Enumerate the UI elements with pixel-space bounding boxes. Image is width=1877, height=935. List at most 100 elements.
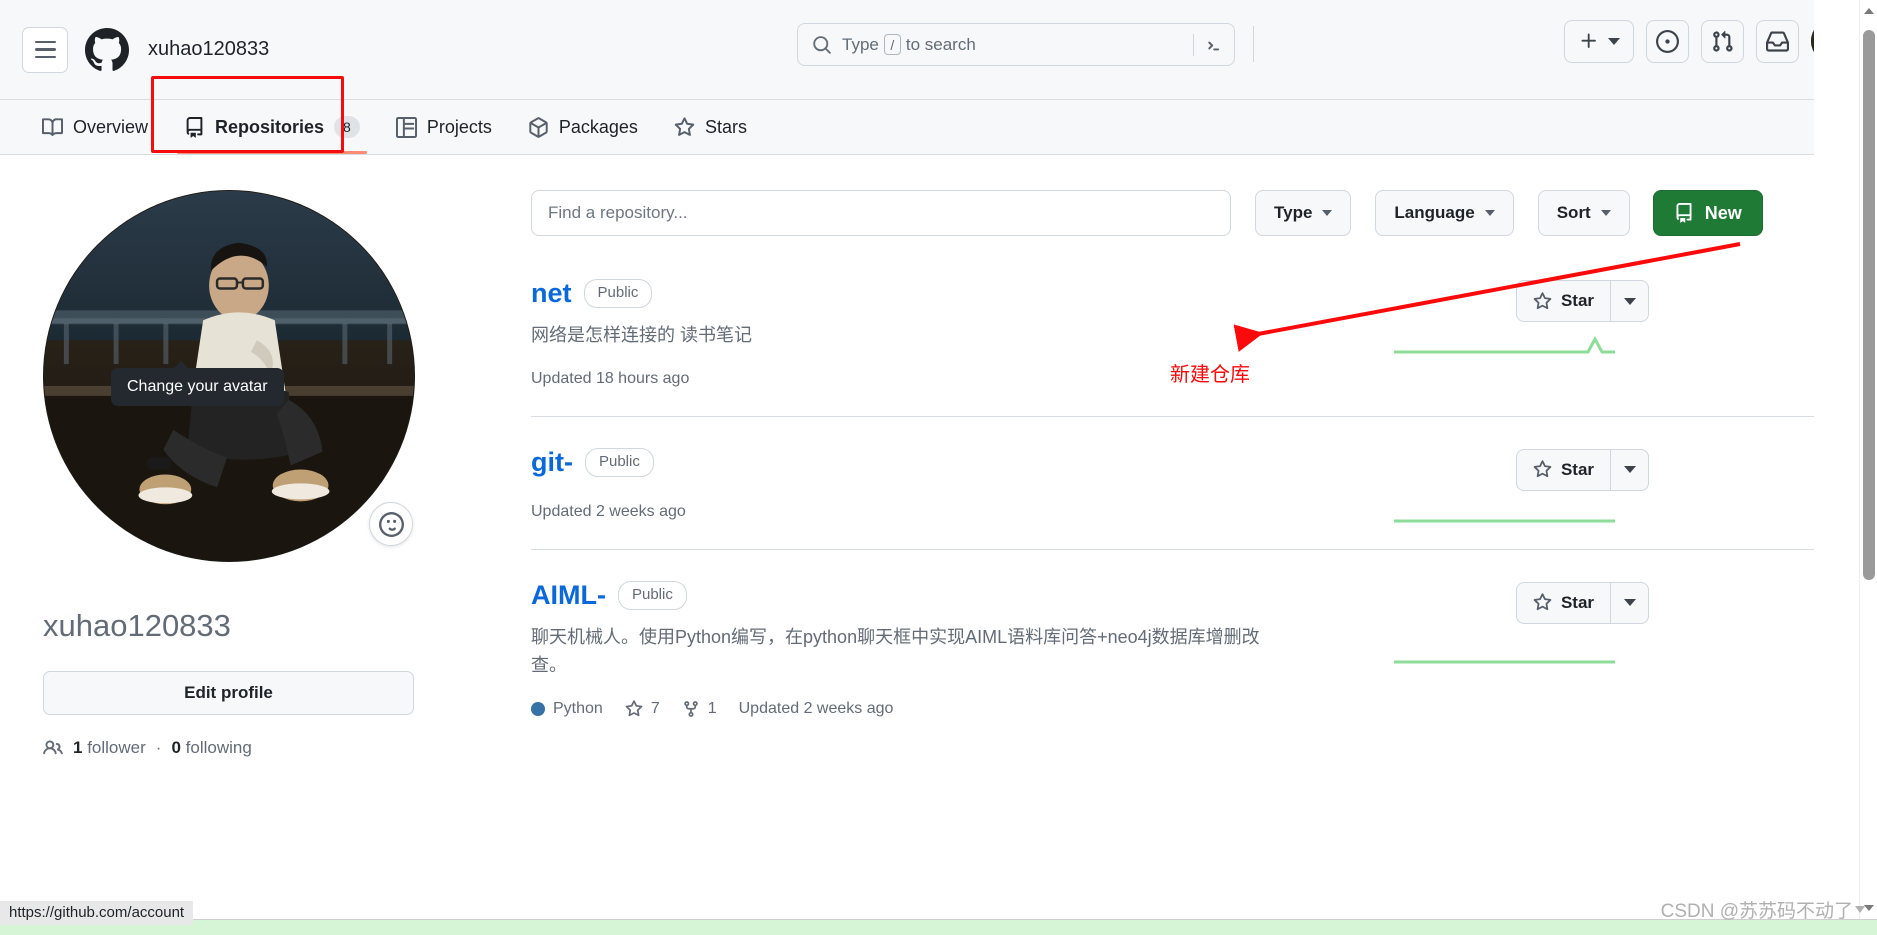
language-color-dot [531, 701, 545, 716]
git-pull-request-icon [1713, 30, 1733, 52]
vertical-scrollbar[interactable] [1859, 0, 1877, 919]
repository-list: net Public 网络是怎样连接的 读书笔记 Updated 18 hour… [531, 248, 1814, 746]
activity-sparkline [1394, 519, 1615, 523]
change-avatar-tooltip: Change your avatar [111, 361, 284, 406]
followers-count-value: 1 [73, 738, 83, 758]
header-divider [1253, 26, 1254, 62]
star-icon [625, 699, 643, 716]
search-placeholder-before: Type [842, 34, 879, 54]
hamburger-icon-line [34, 40, 56, 44]
bottom-status-strip [0, 919, 1877, 935]
repo-updated: Updated 2 weeks ago [738, 699, 894, 717]
project-icon [395, 116, 417, 138]
tab-repositories[interactable]: Repositories 8 [169, 100, 375, 154]
followers-label: follower [87, 738, 146, 758]
star-icon [1533, 291, 1552, 309]
find-repository-input[interactable] [531, 190, 1231, 236]
create-new-button[interactable] [1564, 19, 1634, 63]
language-filter-label: Language [1394, 203, 1475, 222]
repo-language-label: Python [553, 699, 603, 717]
repo-meta: Updated 2 weeks ago [531, 503, 1494, 521]
followers-separator: · [155, 738, 162, 758]
inbox-icon [1766, 30, 1789, 52]
followers-count[interactable]: 1 follower [73, 738, 146, 758]
repo-updated: Updated 18 hours ago [531, 369, 690, 387]
tab-packages-label: Packages [558, 116, 638, 137]
issues-button[interactable] [1646, 19, 1689, 63]
tab-overview-label: Overview [73, 116, 149, 137]
star-button[interactable]: Star [1517, 281, 1610, 321]
chevron-down-icon [1623, 466, 1636, 474]
repo-actions: Star [1394, 447, 1814, 523]
set-status-button[interactable] [369, 502, 413, 546]
repositories-main: Type Language Sort New net Public 网络是怎样连… [531, 190, 1814, 746]
notifications-button[interactable] [1756, 19, 1799, 63]
tab-projects[interactable]: Projects [381, 100, 507, 154]
tab-projects-label: Projects [426, 116, 492, 137]
search-input[interactable]: Type / to search [797, 23, 1235, 66]
chevron-down-icon [1623, 297, 1636, 305]
chevron-down-icon [1607, 37, 1620, 45]
tab-stars[interactable]: Stars [659, 100, 762, 154]
tab-repositories-label: Repositories [215, 116, 325, 137]
global-search[interactable]: Type / to search [797, 23, 1235, 66]
repo-visibility-badge: Public [583, 279, 653, 308]
pull-requests-button[interactable] [1701, 19, 1744, 63]
repo-forks[interactable]: 1 [682, 700, 717, 718]
sort-filter-button[interactable]: Sort [1537, 190, 1630, 236]
profile-tabs: Overview Repositories 8 Projects Package… [0, 100, 1859, 155]
repo-info: net Public 网络是怎样连接的 读书笔记 Updated 18 hour… [531, 278, 1514, 388]
table-row: net Public 网络是怎样连接的 读书笔记 Updated 18 hour… [531, 248, 1814, 417]
chevron-down-icon [1623, 599, 1636, 607]
repo-filters: Type Language Sort New [531, 190, 1814, 236]
repo-info: AIML- Public 聊天机械人。使用Python编写，在python聊天框… [531, 580, 1514, 718]
scrollbar-thumb[interactable] [1863, 30, 1875, 580]
search-slash-key: / [883, 34, 901, 55]
scroll-up-arrow-icon[interactable] [1860, 2, 1877, 20]
tab-repositories-count: 8 [334, 115, 360, 139]
repo-language: Python [531, 700, 603, 718]
repo-link[interactable]: AIML- [531, 580, 606, 611]
owner-name[interactable]: xuhao120833 [148, 38, 269, 61]
csdn-watermark: CSDN @苏苏码不动了 [1661, 896, 1865, 923]
type-filter-button[interactable]: Type [1255, 190, 1352, 236]
star-button-label: Star [1560, 291, 1595, 310]
repo-link[interactable]: git- [531, 447, 573, 478]
profile-sidebar: xuhao120833 Edit profile 1 follower · 0 … [43, 190, 415, 758]
star-icon [1533, 460, 1552, 478]
header-actions [1564, 19, 1855, 63]
hamburger-menu-button[interactable] [22, 26, 68, 73]
repo-visibility-badge: Public [617, 581, 687, 610]
star-button[interactable]: Star [1517, 583, 1610, 623]
star-button[interactable]: Star [1517, 450, 1610, 490]
new-repository-button[interactable]: New [1652, 190, 1763, 236]
github-logo-icon[interactable] [85, 27, 129, 72]
star-dropdown-button[interactable] [1610, 582, 1648, 623]
repo-description: 聊天机械人。使用Python编写，在python聊天框中实现AIML语料库问答+… [531, 626, 1260, 675]
repo-link[interactable]: net [531, 278, 572, 309]
activity-sparkline [1394, 660, 1615, 664]
repo-stars[interactable]: 7 [625, 700, 660, 718]
star-button-label: Star [1560, 459, 1595, 479]
book-icon [42, 117, 63, 136]
language-filter-button[interactable]: Language [1375, 190, 1514, 236]
table-row: AIML- Public 聊天机械人。使用Python编写，在python聊天框… [531, 550, 1814, 746]
new-repository-callout: 新建仓库 [1170, 364, 1250, 386]
package-icon [529, 116, 548, 138]
repo-title-line: AIML- Public [531, 580, 1494, 611]
repo-icon [186, 116, 203, 138]
tab-packages[interactable]: Packages [513, 100, 653, 154]
edit-profile-button[interactable]: Edit profile [43, 671, 414, 716]
star-button-group: Star [1516, 448, 1649, 491]
followers-line: 1 follower · 0 following [43, 738, 415, 758]
table-row: git- Public Updated 2 weeks ago Star [531, 417, 1814, 550]
hamburger-icon-line [34, 48, 56, 51]
repo-visibility-badge: Public [584, 448, 654, 477]
type-filter-label: Type [1274, 203, 1313, 222]
tab-overview[interactable]: Overview [27, 100, 163, 154]
following-count[interactable]: 0 following [171, 738, 251, 758]
command-palette-icon[interactable] [1203, 34, 1224, 55]
star-dropdown-button[interactable] [1610, 449, 1648, 490]
repo-updated: Updated 2 weeks ago [531, 502, 686, 520]
star-dropdown-button[interactable] [1610, 281, 1648, 321]
